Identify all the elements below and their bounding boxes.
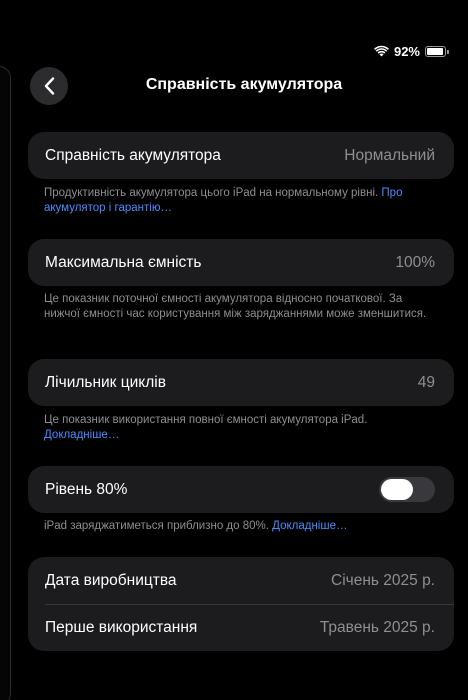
page-title: Справність акумулятора [145, 76, 343, 93]
manufacture-label: Дата виробництва [45, 571, 177, 589]
limit-footnote-text: iPad заряджатиметься приблизно до 80%. [44, 520, 269, 532]
wifi-icon [373, 45, 389, 57]
toggle-knob [381, 479, 413, 500]
manufacture-row: Дата виробництва Січень 2025 р. [28, 557, 454, 604]
health-footnote: Продуктивність акумулятора цього iPad на… [44, 186, 439, 216]
status-bar: 92% [373, 42, 449, 60]
health-footnote-text: Продуктивність акумулятора цього iPad на… [44, 187, 379, 199]
health-group: Справність акумулятора Нормальний [28, 132, 454, 179]
health-label: Справність акумулятора [45, 146, 221, 164]
battery-fill [427, 47, 443, 55]
dates-group: Дата виробництва Січень 2025 р. Перше ви… [28, 557, 454, 651]
cycles-group: Лічильник циклів 49 [28, 359, 454, 406]
cycles-footnote-text: Це показник використання повної ємності … [44, 414, 368, 426]
first-use-label: Перше використання [45, 619, 198, 636]
cycles-learn-more-link[interactable]: Докладніше… [44, 429, 119, 441]
first-use-value: Травень 2025 р. [319, 619, 435, 636]
limit-label: Рівень 80% [45, 480, 128, 498]
capacity-footnote: Це показник поточної ємності акумулятора… [44, 292, 439, 322]
limit-toggle[interactable] [379, 477, 435, 502]
capacity-group: Максимальна ємність 100% [28, 239, 454, 286]
limit-group: Рівень 80% [28, 466, 454, 513]
capacity-footnote-text: Це показник поточної ємності акумулятора… [44, 293, 427, 320]
first-use-row: Перше використання Травень 2025 р. [45, 604, 454, 651]
sidebar-panel-edge [0, 66, 11, 700]
limit-row: Рівень 80% [28, 466, 454, 513]
cycles-row: Лічильник циклів 49 [28, 359, 454, 406]
limit-learn-more-link[interactable]: Докладніше… [272, 520, 347, 532]
capacity-value: 100% [395, 253, 435, 271]
battery-icon [425, 45, 449, 57]
manufacture-value: Січень 2025 р. [331, 571, 435, 589]
capacity-label: Максимальна ємність [45, 253, 202, 271]
limit-footnote: iPad заряджатиметься приблизно до 80%. Д… [44, 519, 439, 534]
battery-percent: 92% [393, 43, 420, 59]
cycles-label: Лічильник циклів [45, 373, 166, 391]
cycles-footnote: Це показник використання повної ємності … [44, 413, 439, 443]
cycles-value: 49 [417, 373, 435, 391]
capacity-row: Максимальна ємність 100% [28, 239, 454, 286]
health-value: Нормальний [344, 146, 435, 164]
health-row: Справність акумулятора Нормальний [28, 132, 454, 179]
battery-health-screen: 92% Справність акумулятора Справність ак… [0, 0, 468, 700]
